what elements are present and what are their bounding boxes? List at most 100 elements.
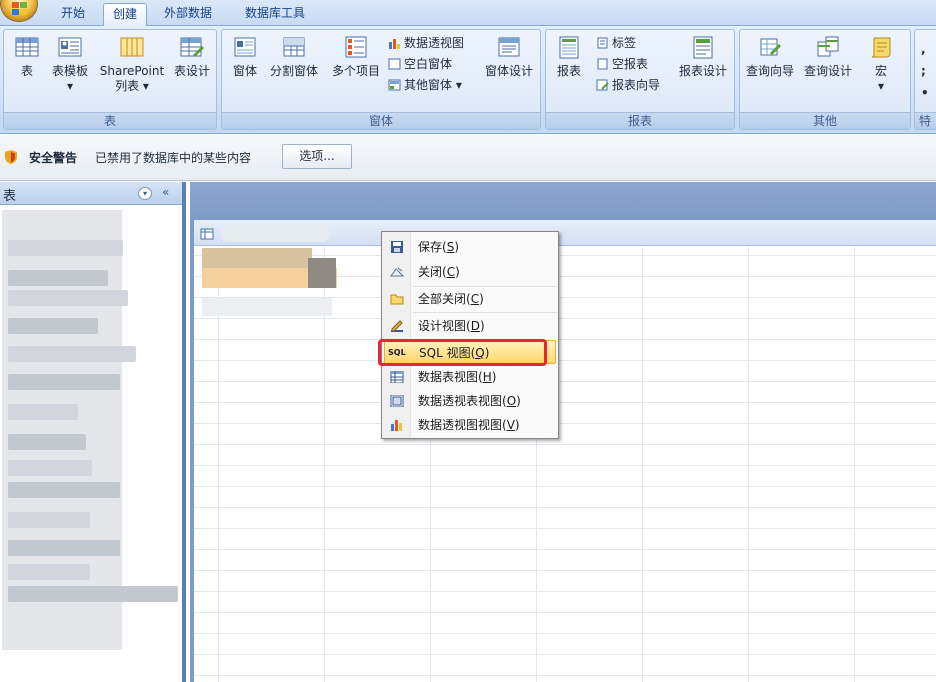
ribbon-group-title-form: 窗体 — [222, 112, 540, 129]
navigation-pane: 表 ▾ « — [0, 182, 186, 682]
split-form-icon — [283, 37, 305, 57]
form-design-label: 窗体设计 — [484, 64, 533, 78]
menu-item-datasheet-view[interactable]: 数据表视图(H) — [384, 365, 556, 389]
tab-external-data[interactable]: 外部数据 — [155, 3, 221, 26]
blank-report-label: 空报表 — [612, 57, 649, 71]
table-template-icon — [58, 37, 82, 57]
office-button[interactable] — [0, 0, 38, 22]
form-button[interactable]: 窗体 — [228, 32, 262, 79]
blank-report-button[interactable]: 空报表 — [596, 55, 648, 73]
form-button-label: 窗体 — [232, 64, 257, 78]
nav-item[interactable] — [8, 240, 123, 256]
menu-item-design-view[interactable]: 设计视图(D) — [384, 314, 556, 338]
menu-separator — [413, 312, 557, 313]
workspace-header-strip — [190, 182, 936, 218]
shield-warning-icon — [5, 150, 17, 164]
sharepoint-list-button[interactable]: SharePoint 列表 ▾ — [94, 32, 170, 94]
tab-home[interactable]: 开始 — [52, 3, 94, 26]
pivot-chart-button[interactable]: 数据透视图 — [388, 34, 464, 52]
table-template-button[interactable]: 表模板 ▾ — [48, 32, 92, 94]
save-icon — [391, 241, 403, 253]
sharepoint-label: SharePoint — [99, 64, 165, 78]
more-forms-button[interactable]: 其他窗体 ▾ — [388, 76, 462, 94]
menu-item-label: 保存(S) — [418, 240, 460, 254]
ribbon-group-title-special: 特 — [915, 112, 936, 129]
sharepoint-label-2: 列表 ▾ — [115, 79, 149, 93]
report-design-button[interactable]: 报表设计 — [674, 32, 732, 79]
nav-dropdown-icon[interactable]: ▾ — [138, 187, 152, 200]
pivot-chart-small-icon — [389, 39, 400, 49]
security-warning-text: 已禁用了数据库中的某些内容 — [95, 151, 252, 165]
nav-collapse-icon[interactable]: « — [162, 185, 169, 199]
ribbon-tab-bar: 开始 创建 外部数据 数据库工具 — [0, 0, 936, 26]
design-view-icon — [391, 320, 403, 332]
nav-item[interactable] — [8, 290, 128, 306]
nav-item[interactable] — [8, 318, 98, 334]
form-design-icon — [498, 37, 520, 57]
close-doc-icon — [390, 267, 404, 277]
macro-label: 宏 — [874, 64, 887, 78]
menu-item-close[interactable]: 关闭(C) — [384, 260, 556, 284]
nav-item[interactable] — [8, 482, 120, 498]
menu-item-save[interactable]: 保存(S) — [384, 235, 556, 259]
options-button[interactable]: 选项... — [282, 144, 352, 169]
blurred-cell — [202, 248, 312, 268]
ribbon: 表 表模板 ▾ SharePoint 列表 ▾ 表设计 表 窗体 分割窗体 多个… — [0, 26, 936, 134]
macro-arrow: ▾ — [877, 79, 885, 93]
menu-item-pivot-table-view[interactable]: 数据透视表视图(O) — [384, 389, 556, 413]
nav-pane-header[interactable]: 表 ▾ « — [0, 182, 182, 205]
table-design-button[interactable]: 表设计 — [170, 32, 214, 79]
ribbon-group-table: 表 表模板 ▾ SharePoint 列表 ▾ 表设计 表 — [3, 29, 217, 130]
nav-item[interactable] — [8, 564, 90, 580]
ribbon-group-title-table: 表 — [4, 112, 216, 129]
menu-item-label: 关闭(C) — [418, 265, 460, 279]
nav-item[interactable] — [8, 586, 178, 602]
macro-button[interactable]: 宏 ▾ — [864, 32, 898, 94]
nav-item[interactable] — [8, 540, 120, 556]
ribbon-group-title-other: 其他 — [740, 112, 910, 129]
query-design-button[interactable]: 查询设计 — [800, 32, 856, 79]
nav-item[interactable] — [8, 512, 90, 528]
menu-item-label: 数据透视图视图(V) — [418, 418, 520, 432]
datasheet-icon — [390, 371, 404, 383]
multiple-items-icon — [345, 36, 367, 58]
pivot-chart-label: 数据透视图 — [404, 36, 465, 50]
tab-create[interactable]: 创建 — [103, 3, 148, 26]
report-design-icon — [693, 36, 713, 59]
more-forms-small-icon — [388, 79, 401, 91]
ribbon-group-form: 窗体 分割窗体 多个项目 数据透视图 空白窗体 其他窗体 ▾ 窗体设计 窗体 — [221, 29, 541, 130]
sharepoint-list-icon — [120, 37, 144, 57]
table-button[interactable]: 表 — [10, 32, 44, 79]
context-menu: 保存(S) 关闭(C) 全部关闭(C) 设计视图(D) SQL SQL 视图(Q… — [381, 231, 559, 439]
blank-form-label: 空白窗体 — [404, 57, 453, 71]
document-tab[interactable] — [194, 220, 936, 246]
tab-database-tools[interactable]: 数据库工具 — [236, 3, 314, 26]
menu-item-close-all[interactable]: 全部关闭(C) — [384, 287, 556, 311]
nav-item[interactable] — [8, 270, 108, 286]
blank-form-small-icon — [388, 58, 401, 70]
split-form-button[interactable]: 分割窗体 — [266, 32, 322, 79]
menu-item-pivot-chart-view[interactable]: 数据透视图视图(V) — [384, 413, 556, 437]
office-logo-icon — [12, 2, 28, 16]
nav-item[interactable] — [8, 404, 78, 420]
nav-item[interactable] — [8, 434, 86, 450]
report-wizard-button[interactable]: 报表向导 — [596, 76, 660, 94]
query-wizard-button[interactable]: 查询向导 — [742, 32, 798, 79]
labels-button[interactable]: 标签 — [596, 34, 636, 52]
table-template-arrow: ▾ — [66, 79, 74, 93]
sql-view-highlight-box — [378, 339, 547, 366]
report-wizard-label: 报表向导 — [612, 78, 661, 92]
ribbon-group-other: 查询向导 查询设计 宏 ▾ 其他 — [739, 29, 911, 130]
form-design-button[interactable]: 窗体设计 — [480, 32, 538, 79]
multiple-items-button[interactable]: 多个项目 — [326, 32, 386, 79]
blurred-cell — [202, 298, 332, 316]
special-icons[interactable]: ,; • — [921, 38, 929, 104]
blank-form-button[interactable]: 空白窗体 — [388, 55, 452, 73]
table-icon — [15, 37, 39, 57]
form-icon — [234, 37, 256, 57]
nav-item[interactable] — [8, 460, 92, 476]
nav-item[interactable] — [8, 374, 120, 390]
report-button[interactable]: 报表 — [552, 32, 586, 79]
menu-item-label: 数据表视图(H) — [418, 370, 497, 384]
nav-item[interactable] — [8, 346, 136, 362]
